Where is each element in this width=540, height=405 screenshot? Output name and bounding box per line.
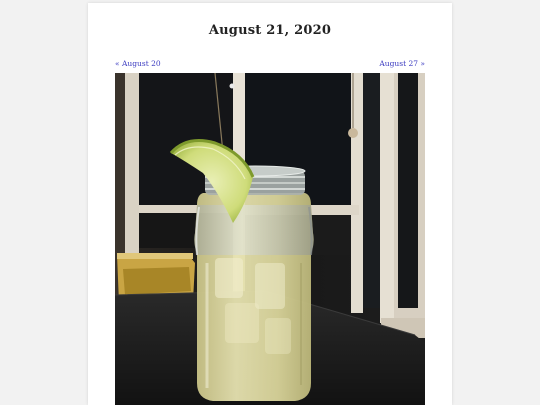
post-card: August 21, 2020 « August 20 August 27 » (88, 3, 452, 405)
post-photo (115, 73, 425, 405)
previous-post-link[interactable]: « August 20 (115, 59, 161, 68)
next-post-link[interactable]: August 27 » (379, 59, 425, 68)
cocktail-photo-illustration (115, 73, 425, 405)
page-title: August 21, 2020 (208, 23, 332, 38)
